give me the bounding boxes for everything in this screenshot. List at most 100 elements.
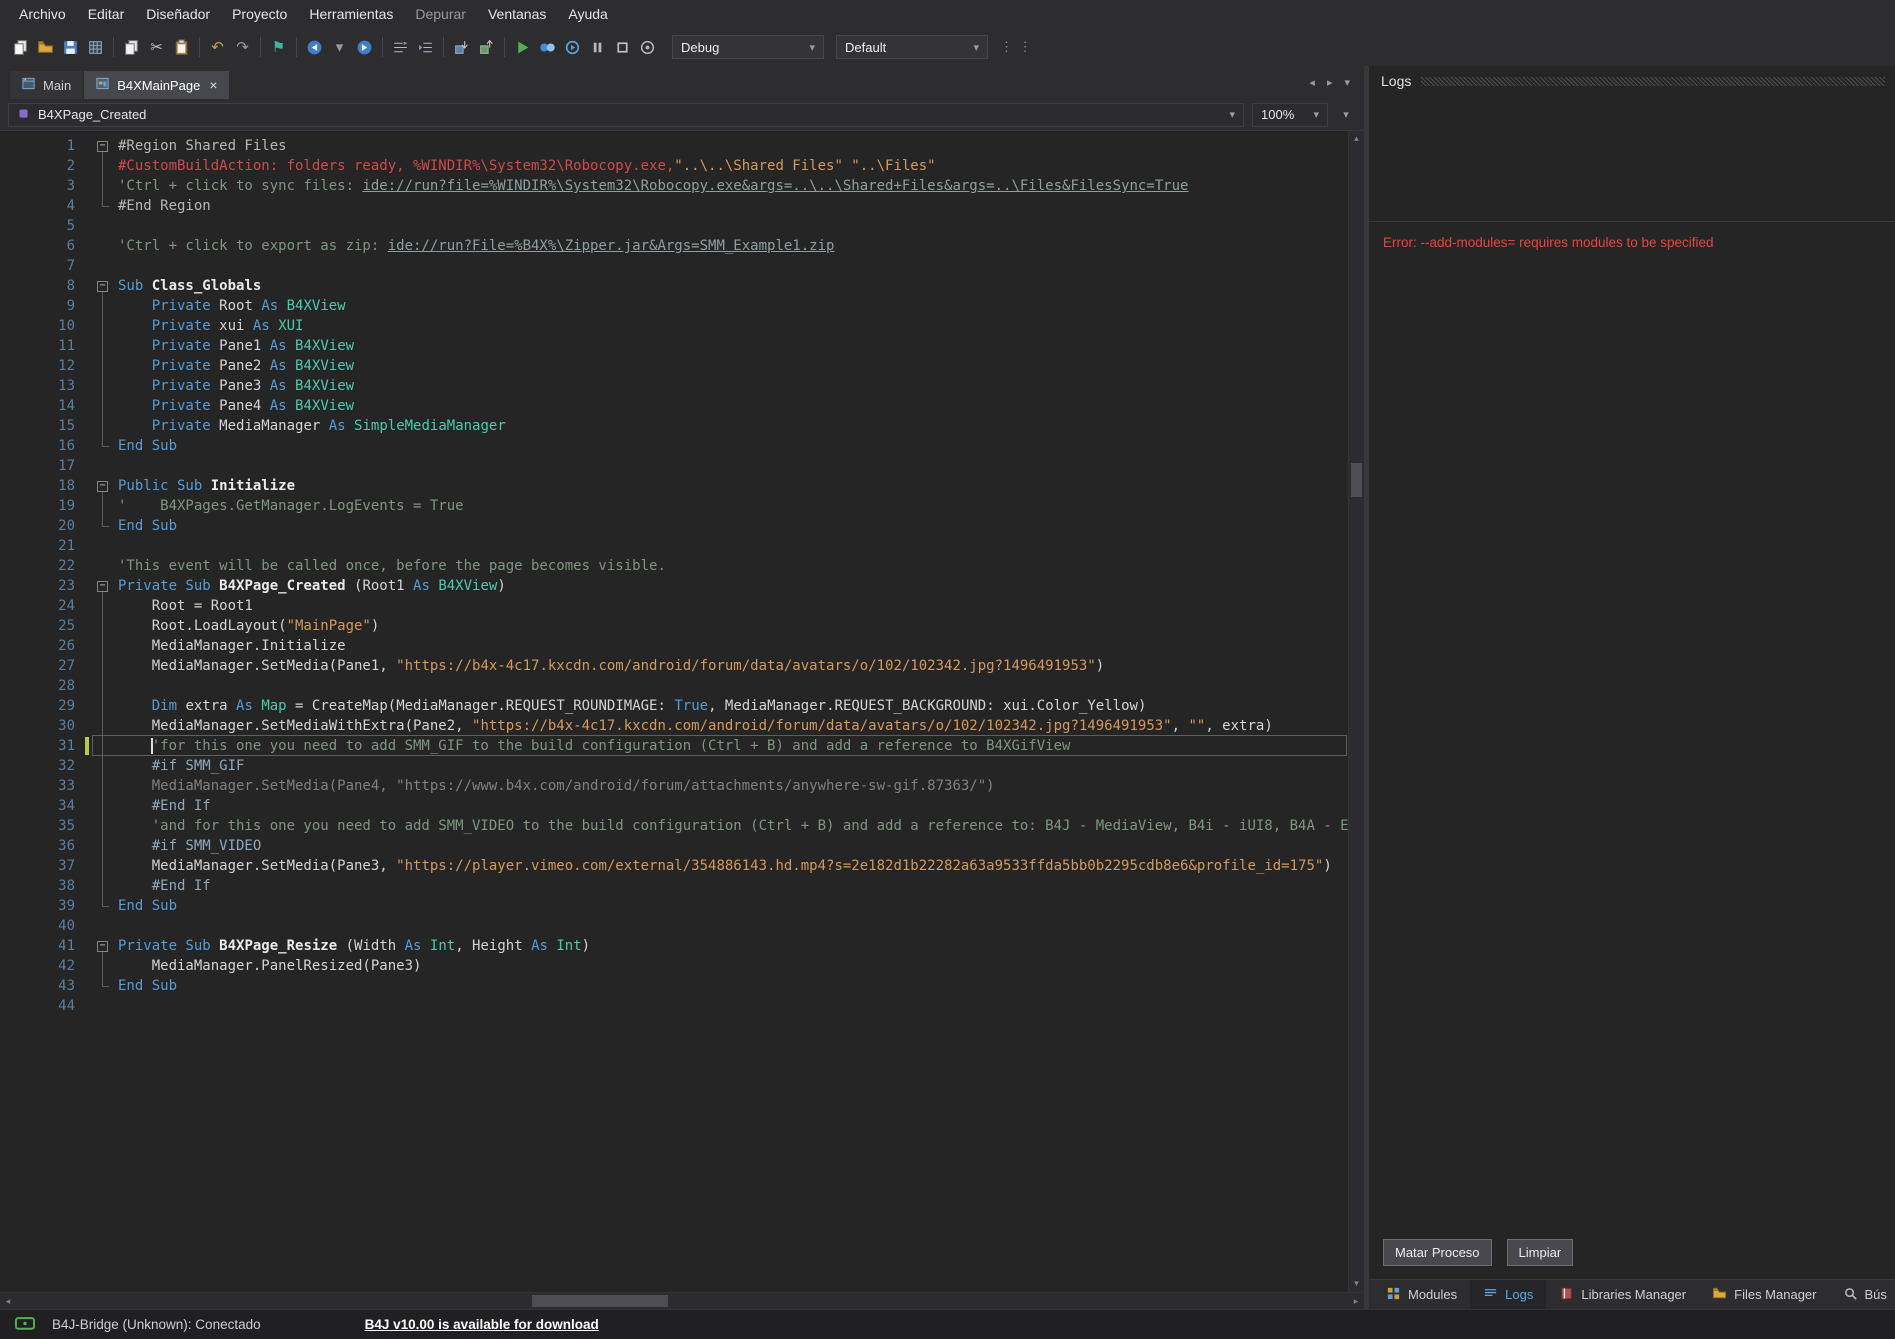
zoom-selector[interactable]: 100% ▾ [1252,103,1328,127]
code-line[interactable]: 1−#Region Shared Files [0,136,1348,156]
code-line[interactable]: 23−Private Sub B4XPage_Created (Root1 As… [0,576,1348,596]
horizontal-scrollbar-thumb[interactable] [532,1295,668,1307]
resume-icon[interactable] [560,35,585,60]
menu-depurar[interactable]: Depurar [404,2,477,26]
code-line[interactable]: 4#End Region [0,196,1348,216]
panel-tab-libraries-manager[interactable]: Libraries Manager [1546,1280,1699,1309]
code-line[interactable]: 31 'for this one you need to add SMM_GIF… [0,736,1348,756]
back-history-dropdown-icon[interactable]: ▾ [327,35,352,60]
code-line[interactable]: 30 MediaManager.SetMediaWithExtra(Pane2,… [0,716,1348,736]
code-line[interactable]: 14 Private Pane4 As B4XView [0,396,1348,416]
code-line[interactable]: 10 Private xui As XUI [0,316,1348,336]
scroll-up-icon[interactable]: ▲ [1349,131,1364,147]
code-line[interactable]: 19' B4XPages.GetManager.LogEvents = True [0,496,1348,516]
tab-scroll-right-icon[interactable]: ▸ [1327,76,1333,89]
toolbar-overflow[interactable]: ⋮ ⋮ [1000,39,1033,55]
new-file-icon[interactable] [8,35,33,60]
collapse-icon[interactable]: − [97,941,108,952]
rebuild-icon[interactable] [474,35,499,60]
code-line[interactable]: 40 [0,916,1348,936]
code-line[interactable]: 34 #End If [0,796,1348,816]
stop-icon[interactable] [610,35,635,60]
vertical-scrollbar[interactable]: ▲ ▼ [1348,131,1364,1292]
code-line[interactable]: 38 #End If [0,876,1348,896]
scroll-left-icon[interactable]: ◂ [0,1293,16,1310]
save-icon[interactable] [58,35,83,60]
redo-icon[interactable]: ↷ [230,35,255,60]
code-line[interactable]: 12 Private Pane2 As B4XView [0,356,1348,376]
undo-icon[interactable]: ↶ [205,35,230,60]
menu-disenador[interactable]: Diseñador [135,2,221,26]
menu-proyecto[interactable]: Proyecto [221,2,298,26]
scroll-right-icon[interactable]: ▸ [1348,1293,1364,1310]
code-editor[interactable]: 1−#Region Shared Files2#CustomBuildActio… [0,131,1348,1292]
vertical-scrollbar-thumb[interactable] [1351,463,1362,497]
menu-ayuda[interactable]: Ayuda [557,2,618,26]
code-line[interactable]: 32 #if SMM_GIF [0,756,1348,776]
menu-editar[interactable]: Editar [77,2,136,26]
code-line[interactable]: 39End Sub [0,896,1348,916]
panel-tab-logs[interactable]: Logs [1470,1280,1546,1309]
open-project-icon[interactable] [33,35,58,60]
tab-scroll-left-icon[interactable]: ◂ [1309,76,1315,89]
code-line[interactable]: 26 MediaManager.Initialize [0,636,1348,656]
horizontal-scrollbar[interactable]: ◂ ▸ [0,1292,1364,1309]
tab-main[interactable]: Main [10,71,82,99]
code-line[interactable]: 6'Ctrl + click to export as zip: ide://r… [0,236,1348,256]
code-line[interactable]: 15 Private MediaManager As SimpleMediaMa… [0,416,1348,436]
menu-ventanas[interactable]: Ventanas [477,2,557,26]
panel-tab-modules[interactable]: Modules [1373,1280,1470,1309]
code-line[interactable]: 43End Sub [0,976,1348,996]
scroll-down-icon[interactable]: ▼ [1349,1276,1364,1292]
code-line[interactable]: 5 [0,216,1348,236]
collapse-icon[interactable]: − [97,581,108,592]
clear-logs-button[interactable]: Limpiar [1507,1239,1574,1266]
code-line[interactable]: 3'Ctrl + click to sync files: ide://run?… [0,176,1348,196]
code-line[interactable]: 9 Private Root As B4XView [0,296,1348,316]
collapse-icon[interactable]: − [97,141,108,152]
comment-selection-icon[interactable] [388,35,413,60]
build-mode-combo[interactable]: Debug▾ [672,35,824,59]
pause-icon[interactable] [585,35,610,60]
code-line[interactable]: 18−Public Sub Initialize [0,476,1348,496]
code-line[interactable]: 7 [0,256,1348,276]
code-line[interactable]: 27 MediaManager.SetMedia(Pane1, "https:/… [0,656,1348,676]
code-line[interactable]: 25 Root.LoadLayout("MainPage") [0,616,1348,636]
panel-tab-bus[interactable]: Bús [1830,1280,1895,1309]
code-line[interactable]: 16End Sub [0,436,1348,456]
code-line[interactable]: 37 MediaManager.SetMedia(Pane3, "https:/… [0,856,1348,876]
cut-icon[interactable]: ✂ [144,35,169,60]
close-tab-icon[interactable]: × [209,77,217,93]
paste-icon[interactable] [169,35,194,60]
kill-process-button[interactable]: Matar Proceso [1383,1239,1492,1266]
compile-icon[interactable] [449,35,474,60]
code-line[interactable]: 44 [0,996,1348,1016]
code-line[interactable]: 11 Private Pane1 As B4XView [0,336,1348,356]
run-icon[interactable] [510,35,535,60]
code-line[interactable]: 17 [0,456,1348,476]
release-icon[interactable] [635,35,660,60]
member-selector[interactable]: B4XPage_Created ▾ [8,103,1244,127]
code-line[interactable]: 36 #if SMM_VIDEO [0,836,1348,856]
code-line[interactable]: 21 [0,536,1348,556]
collapse-icon[interactable]: − [97,481,108,492]
tab-b4xmainpage[interactable]: B4XMainPage× [84,71,228,99]
menu-herramientas[interactable]: Herramientas [298,2,404,26]
navigate-forward-icon[interactable] [352,35,377,60]
code-line[interactable]: 24 Root = Root1 [0,596,1348,616]
bookmark-icon[interactable]: ⚑ [266,35,291,60]
menu-archivo[interactable]: Archivo [8,2,77,26]
code-line[interactable]: 42 MediaManager.PanelResized(Pane3) [0,956,1348,976]
code-line[interactable]: 20End Sub [0,516,1348,536]
code-line[interactable]: 13 Private Pane3 As B4XView [0,376,1348,396]
indent-selection-icon[interactable] [413,35,438,60]
code-line[interactable]: 33 MediaManager.SetMedia(Pane4, "https:/… [0,776,1348,796]
panel-tab-files-manager[interactable]: Files Manager [1699,1280,1829,1309]
tab-list-dropdown-icon[interactable]: ▾ [1344,76,1350,89]
build-config-combo[interactable]: Default▾ [836,35,988,59]
debug-icon[interactable] [535,35,560,60]
code-line[interactable]: 22'This event will be called once, befor… [0,556,1348,576]
editor-options-dropdown[interactable]: ▾ [1336,108,1356,121]
code-line[interactable]: 8−Sub Class_Globals [0,276,1348,296]
navigate-back-icon[interactable] [302,35,327,60]
